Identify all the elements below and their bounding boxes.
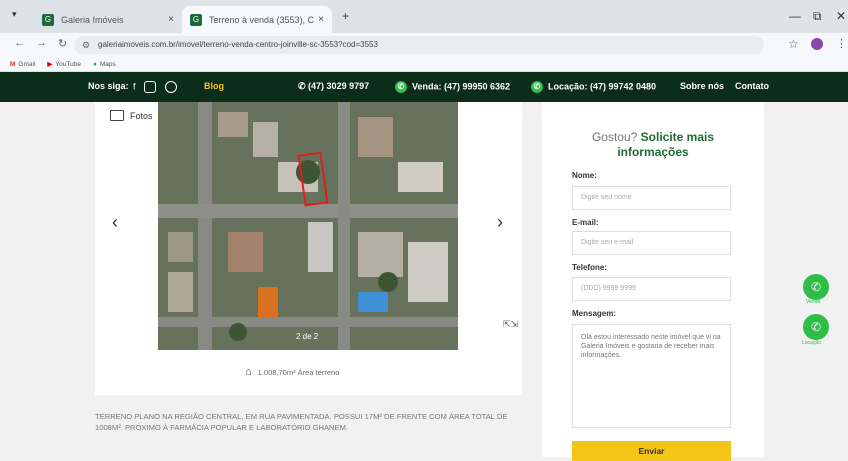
email-label: E-mail: xyxy=(572,218,599,227)
social-links: f xyxy=(133,81,177,93)
aerial-map-image xyxy=(158,102,458,350)
whatsapp-icon: ✆ xyxy=(395,81,407,93)
next-photo-button[interactable]: › xyxy=(497,212,503,233)
new-tab-button[interactable]: + xyxy=(342,9,349,23)
youtube-icon[interactable] xyxy=(164,81,177,93)
locacao-whatsapp-link[interactable]: ✆ Locação: (47) 99742 0480 xyxy=(531,81,656,93)
reload-icon[interactable]: ↻ xyxy=(58,37,67,50)
bookmark-star-icon[interactable]: ☆ xyxy=(788,37,799,51)
blog-link[interactable]: Blog xyxy=(204,81,224,91)
enviar-button[interactable]: Enviar xyxy=(572,441,731,461)
site-topbar: Nos siga: f Blog ✆ (47) 3029 9797 ✆ Venda… xyxy=(0,72,848,102)
browser-nav-bar: ← → ↻ ⚙ galeriaimoveis.com.br/imovel/ter… xyxy=(0,33,848,57)
telefone-input[interactable]: (DDD) 9999 9999 xyxy=(572,277,731,301)
phone-link[interactable]: ✆ (47) 3029 9797 xyxy=(298,81,369,92)
mensagem-label: Mensagem: xyxy=(572,309,617,318)
photos-icon xyxy=(110,110,124,121)
tab-search-icon[interactable]: ▾ xyxy=(12,9,17,20)
fullscreen-icon[interactable]: ⇱⇲ xyxy=(503,320,518,329)
tab-galeria[interactable]: G Galeria Imóveis × xyxy=(34,6,182,33)
whatsapp-venda-float-button[interactable]: ✆ xyxy=(803,274,829,300)
facebook-icon[interactable]: f xyxy=(133,81,136,91)
photo-counter: 2 de 2 xyxy=(296,332,319,341)
property-card: 2 de 2 Fotos ‹ › ⇱⇲ ⌂ 1.008,70m² Área te… xyxy=(95,102,522,395)
site-info-icon[interactable]: ⚙ xyxy=(82,36,90,54)
maximize-button[interactable]: ⧉ xyxy=(813,9,822,24)
menu-kebab-icon[interactable]: ⋮ xyxy=(836,37,847,50)
area-info: ⌂ 1.008,70m² Área terreno xyxy=(245,366,339,378)
bookmarks-bar: M Gmail ▶ YouTube ● Maps xyxy=(0,57,848,72)
whatsapp-locacao-float-button[interactable]: ✆ xyxy=(803,314,829,340)
area-text: 1.008,70m² Área terreno xyxy=(257,367,340,377)
bookmark-youtube[interactable]: ▶ YouTube xyxy=(47,60,81,69)
address-bar[interactable]: ⚙ galeriaimoveis.com.br/imovel/terreno-v… xyxy=(74,36,764,54)
fotos-button[interactable]: Fotos xyxy=(110,110,153,121)
galeria-favicon-icon: G xyxy=(190,13,202,26)
whatsapp-venda-caption: Venda xyxy=(806,299,821,305)
venda-whatsapp-link[interactable]: ✆ Venda: (47) 99950 6362 xyxy=(395,81,510,93)
form-title: Gostou? Solicite mais informações xyxy=(591,130,715,159)
tab-title: Galeria Imóveis xyxy=(61,14,124,25)
whatsapp-icon: ✆ xyxy=(531,81,543,93)
contact-form: Gostou? Solicite mais informações Nome: … xyxy=(542,102,764,461)
galeria-favicon-icon: G xyxy=(42,13,54,26)
instagram-icon[interactable] xyxy=(144,81,157,93)
phone-icon: ✆ xyxy=(298,81,309,91)
minimize-button[interactable]: — xyxy=(789,9,801,23)
land-area-icon: ⌂ xyxy=(245,366,252,378)
sobre-link[interactable]: Sobre nós xyxy=(680,81,724,91)
fotos-label: Fotos xyxy=(130,110,153,121)
browser-tab-bar: ▾ G Galeria Imóveis × G Terreno à venda … xyxy=(0,0,848,33)
contato-link[interactable]: Contato xyxy=(735,81,769,91)
forward-icon[interactable]: → xyxy=(36,37,47,49)
follow-label: Nos siga: xyxy=(88,81,129,91)
page-content: 2 de 2 Fotos ‹ › ⇱⇲ ⌂ 1.008,70m² Área te… xyxy=(0,102,848,461)
mensagem-textarea[interactable]: Olá estou interessado neste imóvel que v… xyxy=(572,324,731,428)
nome-input[interactable]: Digite seu nome xyxy=(572,186,731,210)
bookmark-maps[interactable]: ● Maps xyxy=(93,61,116,68)
url-text: galeriaimoveis.com.br/imovel/terreno-ven… xyxy=(98,40,378,49)
prev-photo-button[interactable]: ‹ xyxy=(112,212,118,233)
whatsapp-locacao-caption: Locação xyxy=(802,340,821,346)
bookmark-gmail[interactable]: M Gmail xyxy=(10,61,35,68)
property-photo[interactable]: 2 de 2 xyxy=(158,102,458,350)
telefone-label: Telefone: xyxy=(572,263,607,272)
tab-terreno[interactable]: G Terreno à venda (3553), Centro × xyxy=(182,6,332,33)
tab-title: Terreno à venda (3553), Centro xyxy=(209,14,314,25)
profile-avatar-icon[interactable] xyxy=(811,38,823,50)
back-icon[interactable]: ← xyxy=(14,37,25,49)
close-window-button[interactable]: ✕ xyxy=(836,9,846,23)
email-input[interactable]: Digite seu e-mail xyxy=(572,231,731,255)
tab-close-icon[interactable]: × xyxy=(318,14,324,25)
property-description: TERRENO PLANO NA REGIÃO CENTRAL, EM RUA … xyxy=(95,412,508,432)
tab-close-icon[interactable]: × xyxy=(168,14,174,25)
nome-label: Nome: xyxy=(572,171,597,180)
